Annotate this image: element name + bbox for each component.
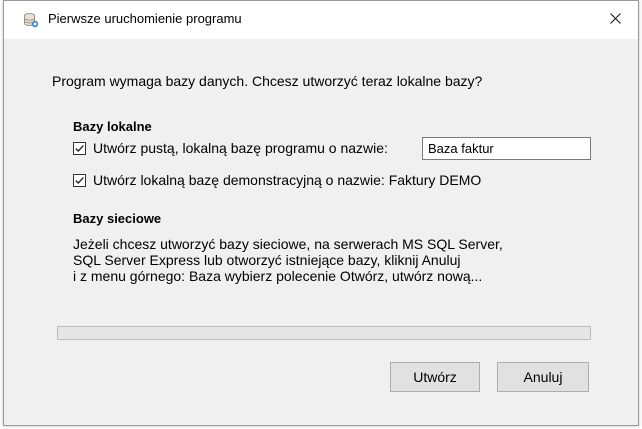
close-button[interactable] [592,1,638,39]
title-bar: Pierwsze uruchomienie programu [4,1,638,39]
question-text: Program wymaga bazy danych. Chcesz utwor… [52,73,483,89]
progress-bar [57,326,591,340]
checkmark-icon [75,144,84,152]
cancel-button[interactable]: Anuluj [497,362,589,392]
checkmark-icon [75,176,84,184]
dialog-window: Pierwsze uruchomienie programu Program w… [3,0,639,426]
demo-db-checkbox[interactable] [73,173,86,187]
info-line: i z menu górnego: Baza wybierz polecenie… [73,268,483,284]
network-info-text: Jeżeli chcesz utworzyć bazy sieciowe, na… [73,236,503,284]
local-databases-heading: Bazy lokalne [73,119,152,134]
empty-db-checkbox[interactable] [73,141,86,155]
demo-db-label: Utwórz lokalną bazę demonstracyjną o naz… [93,172,482,188]
create-button[interactable]: Utwórz [390,362,480,392]
empty-db-label: Utwórz pustą, lokalną bazę programu o na… [93,140,388,156]
info-line: Jeżeli chcesz utworzyć bazy sieciowe, na… [73,236,503,252]
close-icon [609,11,621,29]
info-line: SQL Server Express lub otworzyć istnieją… [73,252,461,268]
demo-db-option[interactable]: Utwórz lokalną bazę demonstracyjną o naz… [73,171,481,189]
empty-db-option[interactable]: Utwórz pustą, lokalną bazę programu o na… [73,139,388,157]
database-icon [23,12,39,28]
database-name-field[interactable] [422,137,591,160]
window-title: Pierwsze uruchomienie programu [48,11,242,26]
network-databases-heading: Bazy sieciowe [73,211,162,226]
